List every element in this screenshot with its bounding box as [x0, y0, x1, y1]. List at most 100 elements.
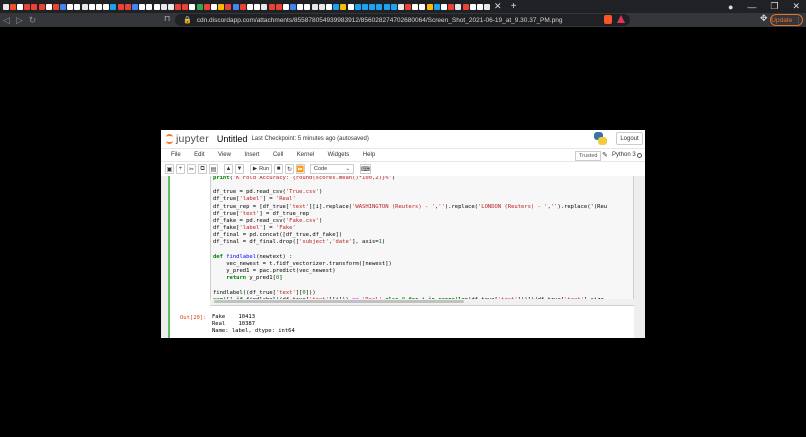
address-bar[interactable]: 🔒 cdn.discordapp.com/attachments/8558780…: [175, 14, 630, 26]
browser-tab[interactable]: [225, 3, 232, 10]
new-tab-icon[interactable]: +: [511, 0, 517, 13]
scrollbar-thumb[interactable]: [214, 300, 464, 303]
browser-tab[interactable]: [211, 3, 218, 10]
browser-tab[interactable]: [275, 3, 282, 10]
browser-tab[interactable]: [31, 3, 38, 10]
browser-tab[interactable]: [484, 3, 491, 10]
reload-icon[interactable]: ↻: [26, 15, 39, 26]
brave-rewards-icon[interactable]: [617, 15, 625, 23]
menu-widgets[interactable]: Widgets: [328, 152, 350, 158]
browser-tab[interactable]: [318, 3, 325, 10]
browser-tab[interactable]: [52, 3, 59, 10]
cell-type-select[interactable]: Code ⌄: [310, 164, 354, 174]
vertical-scrollbar[interactable]: [639, 176, 644, 338]
copy-icon[interactable]: ⧉: [198, 164, 207, 174]
browser-tab[interactable]: [476, 3, 483, 10]
browser-tab[interactable]: [426, 3, 433, 10]
pencil-icon[interactable]: ✎: [602, 151, 608, 159]
browser-tab[interactable]: [38, 3, 45, 10]
browser-tab[interactable]: [146, 3, 153, 10]
extensions-icon[interactable]: ✥: [760, 13, 768, 24]
browser-tab[interactable]: [311, 3, 318, 10]
browser-tab[interactable]: [139, 3, 146, 10]
browser-tab[interactable]: [397, 3, 404, 10]
browser-tab[interactable]: [326, 3, 333, 10]
code-text[interactable]: print('K Fold Accuracy: {round(scores.me…: [211, 176, 633, 304]
browser-tab[interactable]: [333, 3, 340, 10]
browser-tab[interactable]: [182, 3, 189, 10]
notebook-name[interactable]: Untitled: [217, 134, 248, 144]
browser-tab[interactable]: [246, 3, 253, 10]
browser-tab[interactable]: [175, 3, 182, 10]
browser-tab[interactable]: [24, 3, 31, 10]
trusted-indicator[interactable]: Trusted: [575, 151, 602, 161]
browser-tab[interactable]: [376, 3, 383, 10]
browser-tab[interactable]: [347, 3, 354, 10]
browser-tab[interactable]: [340, 3, 347, 10]
browser-tab[interactable]: [67, 3, 74, 10]
browser-tab[interactable]: [361, 3, 368, 10]
code-cell[interactable]: print('K Fold Accuracy: {round(scores.me…: [168, 176, 634, 338]
close-window-icon[interactable]: ✕: [792, 1, 800, 12]
browser-tab[interactable]: [383, 3, 390, 10]
paste-icon[interactable]: ▤: [209, 164, 218, 174]
browser-tab[interactable]: [261, 3, 268, 10]
browser-tab[interactable]: [189, 3, 196, 10]
minimize-icon[interactable]: —: [747, 2, 756, 12]
browser-tab[interactable]: [462, 3, 469, 10]
browser-tab[interactable]: [282, 3, 289, 10]
browser-tab[interactable]: [16, 3, 23, 10]
forward-icon[interactable]: ▷: [13, 15, 26, 26]
browser-tab[interactable]: [412, 3, 419, 10]
browser-tab[interactable]: [254, 3, 261, 10]
kernel-name[interactable]: Python 3: [612, 152, 636, 158]
menu-edit[interactable]: Edit: [194, 152, 204, 158]
browser-tab[interactable]: [153, 3, 160, 10]
profile-icon[interactable]: ●: [728, 2, 733, 12]
menu-file[interactable]: File: [171, 152, 181, 158]
menu-help[interactable]: Help: [363, 152, 375, 158]
browser-tab[interactable]: [290, 3, 297, 10]
browser-tab[interactable]: [203, 3, 210, 10]
restart-icon[interactable]: ↻: [285, 164, 294, 174]
code-editor[interactable]: print('K Fold Accuracy: {round(scores.me…: [210, 176, 634, 306]
back-icon[interactable]: ◁: [0, 15, 13, 26]
browser-tab[interactable]: [96, 3, 103, 10]
close-tab-icon[interactable]: ✕: [491, 0, 505, 13]
browser-tab[interactable]: [304, 3, 311, 10]
menu-cell[interactable]: Cell: [273, 152, 283, 158]
browser-tab[interactable]: [239, 3, 246, 10]
browser-tab[interactable]: [2, 3, 9, 10]
browser-tab[interactable]: [369, 3, 376, 10]
fast-forward-icon[interactable]: ⏩: [296, 164, 305, 174]
stop-icon[interactable]: ■: [274, 164, 283, 174]
menu-insert[interactable]: Insert: [244, 152, 259, 158]
browser-tab[interactable]: [110, 3, 117, 10]
insert-cell-icon[interactable]: +: [176, 164, 185, 174]
browser-tab[interactable]: [455, 3, 462, 10]
browser-tab[interactable]: [74, 3, 81, 10]
browser-tab[interactable]: [433, 3, 440, 10]
browser-tab[interactable]: [232, 3, 239, 10]
cut-icon[interactable]: ✂: [187, 164, 196, 174]
menu-kernel[interactable]: Kernel: [297, 152, 314, 158]
browser-tab[interactable]: [88, 3, 95, 10]
browser-tab[interactable]: [268, 3, 275, 10]
bookmark-icon[interactable]: ⊓: [164, 14, 170, 23]
browser-tab[interactable]: [124, 3, 131, 10]
browser-tab[interactable]: [45, 3, 52, 10]
keyboard-icon[interactable]: ⌨: [360, 164, 371, 174]
browser-tab[interactable]: [117, 3, 124, 10]
browser-tab[interactable]: [390, 3, 397, 10]
restore-icon[interactable]: ❐: [770, 1, 778, 12]
browser-tab[interactable]: [81, 3, 88, 10]
browser-tab[interactable]: [103, 3, 110, 10]
save-icon[interactable]: ▣: [165, 164, 174, 174]
browser-tab[interactable]: [469, 3, 476, 10]
browser-tab[interactable]: [167, 3, 174, 10]
browser-tab[interactable]: [131, 3, 138, 10]
browser-tab[interactable]: [60, 3, 67, 10]
browser-tab[interactable]: [160, 3, 167, 10]
browser-tab[interactable]: [218, 3, 225, 10]
run-button[interactable]: ▶ Run: [250, 164, 272, 174]
